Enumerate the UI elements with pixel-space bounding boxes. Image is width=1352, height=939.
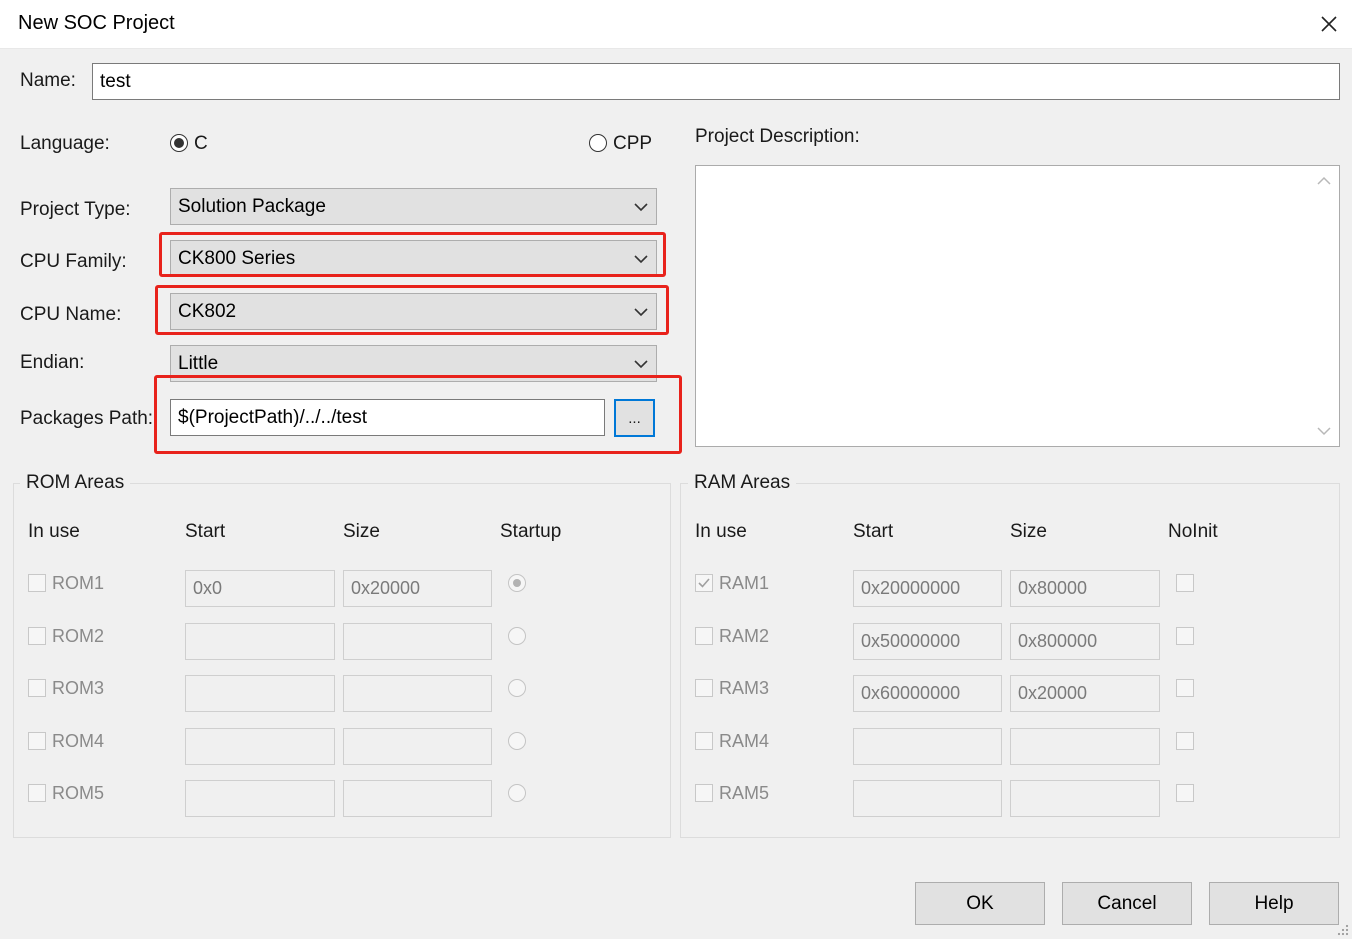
ok-button[interactable]: OK xyxy=(915,882,1045,925)
ram4-noinit-checkbox[interactable] xyxy=(1176,732,1194,750)
rom4-size-field[interactable] xyxy=(343,728,492,765)
close-button[interactable] xyxy=(1312,8,1346,40)
scroll-up-arrow-icon[interactable] xyxy=(1316,175,1332,187)
scroll-down-arrow-icon[interactable] xyxy=(1316,425,1332,437)
rom2-start-field[interactable] xyxy=(185,623,335,660)
chevron-down-icon xyxy=(634,202,648,211)
resize-grip-icon[interactable] xyxy=(1336,923,1350,937)
project-type-select[interactable]: Solution Package xyxy=(170,188,657,225)
ram1-start-field[interactable]: 0x20000000 xyxy=(853,570,1002,607)
rom3-startup-radio[interactable] xyxy=(508,679,526,697)
rom-col-size: Size xyxy=(343,521,380,542)
endian-value: Little xyxy=(178,352,219,374)
rom5-label: ROM5 xyxy=(52,783,105,803)
rom5-in-use-checkbox[interactable] xyxy=(28,784,46,802)
ram-col-size: Size xyxy=(1010,521,1047,542)
project-type-value: Solution Package xyxy=(178,195,326,217)
rom2-startup-radio[interactable] xyxy=(508,627,526,645)
rom3-start-field[interactable] xyxy=(185,675,335,712)
rom4-label: ROM4 xyxy=(52,731,105,751)
rom1-in-use-checkbox[interactable] xyxy=(28,574,46,592)
help-button[interactable]: Help xyxy=(1209,882,1339,925)
rom5-startup-radio[interactable] xyxy=(508,784,526,802)
language-label: Language: xyxy=(20,133,110,154)
language-c-label[interactable]: C xyxy=(194,133,208,155)
ram-col-noinit: NoInit xyxy=(1168,521,1218,542)
ram5-noinit-checkbox[interactable] xyxy=(1176,784,1194,802)
project-type-label: Project Type: xyxy=(20,199,131,220)
ram3-in-use-checkbox[interactable] xyxy=(695,679,713,697)
rom2-in-use-checkbox[interactable] xyxy=(28,627,46,645)
rom-col-startup: Startup xyxy=(500,521,562,542)
rom1-start-field[interactable]: 0x0 xyxy=(185,570,335,607)
packages-path-highlight xyxy=(154,375,682,454)
rom3-in-use-checkbox[interactable] xyxy=(28,679,46,697)
rom1-startup-radio[interactable] xyxy=(508,574,526,592)
ram5-start-field[interactable] xyxy=(853,780,1002,817)
ram-col-in-use: In use xyxy=(695,521,747,542)
ram3-label: RAM3 xyxy=(719,678,770,698)
rom1-size-field[interactable]: 0x20000 xyxy=(343,570,492,607)
rom5-size-field[interactable] xyxy=(343,780,492,817)
title-bar xyxy=(0,0,1352,49)
ram4-size-field[interactable] xyxy=(1010,728,1160,765)
ram2-start-field[interactable]: 0x50000000 xyxy=(853,623,1002,660)
language-cpp-radio[interactable] xyxy=(589,134,607,152)
rom4-startup-radio[interactable] xyxy=(508,732,526,750)
endian-label: Endian: xyxy=(20,352,85,373)
rom-col-in-use: In use xyxy=(28,521,80,542)
rom3-label: ROM3 xyxy=(52,678,105,698)
close-icon xyxy=(1321,16,1337,32)
ram1-noinit-checkbox[interactable] xyxy=(1176,574,1194,592)
radio-selected-dot xyxy=(174,138,184,148)
rom4-in-use-checkbox[interactable] xyxy=(28,732,46,750)
ram2-in-use-checkbox[interactable] xyxy=(695,627,713,645)
ram-areas-title: RAM Areas xyxy=(688,472,797,494)
name-label: Name: xyxy=(20,70,76,91)
ram2-label: RAM2 xyxy=(719,626,770,646)
cpu-name-label: CPU Name: xyxy=(20,304,122,325)
project-description-label: Project Description: xyxy=(695,126,860,147)
ram1-in-use-checkbox[interactable] xyxy=(695,574,713,592)
ram3-size-field[interactable]: 0x20000 xyxy=(1010,675,1160,712)
ram3-start-field[interactable]: 0x60000000 xyxy=(853,675,1002,712)
radio-selected-dot xyxy=(513,579,521,587)
ram5-size-field[interactable] xyxy=(1010,780,1160,817)
project-description-textarea[interactable] xyxy=(695,165,1340,447)
ram5-label: RAM5 xyxy=(719,783,770,803)
rom-areas-title: ROM Areas xyxy=(20,472,131,494)
ram2-noinit-checkbox[interactable] xyxy=(1176,627,1194,645)
cpu-family-label: CPU Family: xyxy=(20,251,127,272)
rom3-size-field[interactable] xyxy=(343,675,492,712)
ram3-noinit-checkbox[interactable] xyxy=(1176,679,1194,697)
rom-areas-group xyxy=(13,483,671,838)
ram-col-start: Start xyxy=(853,521,894,542)
rom2-label: ROM2 xyxy=(52,626,105,646)
rom5-start-field[interactable] xyxy=(185,780,335,817)
ram5-in-use-checkbox[interactable] xyxy=(695,784,713,802)
name-input[interactable] xyxy=(92,63,1340,100)
rom2-size-field[interactable] xyxy=(343,623,492,660)
cancel-button[interactable]: Cancel xyxy=(1062,882,1192,925)
ram4-start-field[interactable] xyxy=(853,728,1002,765)
chevron-down-icon xyxy=(634,359,648,368)
rom-col-start: Start xyxy=(185,521,226,542)
ram4-label: RAM4 xyxy=(719,731,770,751)
language-cpp-label[interactable]: CPP xyxy=(613,133,652,155)
rom4-start-field[interactable] xyxy=(185,728,335,765)
checkmark-icon xyxy=(698,578,710,588)
ram1-label: RAM1 xyxy=(719,573,770,593)
ram4-in-use-checkbox[interactable] xyxy=(695,732,713,750)
rom1-label: ROM1 xyxy=(52,573,105,593)
language-c-radio[interactable] xyxy=(170,134,188,152)
window-title: New SOC Project xyxy=(18,12,175,34)
cpu-name-highlight xyxy=(155,285,669,335)
packages-path-label: Packages Path: xyxy=(20,408,154,429)
ram1-size-field[interactable]: 0x80000 xyxy=(1010,570,1160,607)
ram2-size-field[interactable]: 0x800000 xyxy=(1010,623,1160,660)
cpu-family-highlight xyxy=(159,232,666,277)
